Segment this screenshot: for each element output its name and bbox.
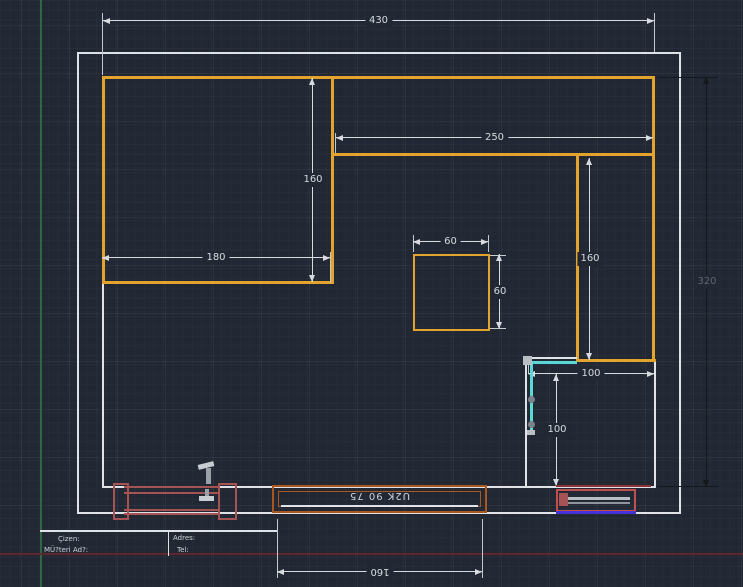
glass-panel-horizontal — [532, 361, 577, 364]
dim-text: 160 — [300, 173, 325, 187]
outer-wall-left[interactable] — [77, 52, 79, 514]
radiator-top-line — [556, 485, 651, 487]
door-hinge-icon — [523, 356, 532, 365]
radiator-gray-bar — [564, 502, 630, 504]
radiator-right-block[interactable] — [556, 485, 652, 514]
ext-line — [330, 252, 331, 283]
radiator-detail — [559, 493, 568, 506]
radiator-bar — [124, 486, 219, 488]
arrow-down-icon — [309, 275, 315, 282]
customer-label: MÜ?teri Ad?: — [44, 546, 88, 554]
arrow-left-icon — [413, 239, 420, 245]
window-label: U2K 90 75 — [274, 490, 485, 501]
arrow-left-icon — [277, 569, 284, 575]
door-frame-vertical — [525, 358, 527, 486]
axis-green-line — [40, 0, 42, 587]
arrow-right-icon — [647, 18, 654, 24]
arrow-right-icon — [646, 135, 653, 141]
radiator-gray-bar — [564, 497, 630, 500]
inner-wall-left-lower[interactable] — [102, 284, 104, 488]
dim-text: 60 — [440, 235, 461, 248]
valve-handle-icon — [199, 496, 214, 501]
radiator-bar — [124, 509, 219, 511]
door-knob-icon — [528, 421, 535, 428]
phone-label: Tel: — [177, 546, 189, 554]
ext-line — [482, 519, 483, 578]
radiator-end-cap — [218, 483, 237, 520]
dim-text: 160 — [577, 252, 602, 266]
door-frame-horizontal — [525, 357, 577, 359]
ext-line — [654, 13, 655, 52]
title-block-top-line — [40, 530, 277, 532]
dim-bottom-width[interactable]: 160 — [277, 565, 482, 579]
arrow-down-icon — [703, 480, 709, 487]
arrow-right-icon — [475, 569, 482, 575]
arrow-left-icon — [103, 18, 110, 24]
title-block: Çizen: MÜ?teri Ad?: Adres: Tel: — [40, 526, 280, 558]
orange-wall-rightroom-right[interactable] — [652, 76, 655, 362]
ext-line — [488, 235, 489, 252]
arrow-up-icon — [703, 77, 709, 84]
dim-text: 60 — [491, 285, 510, 299]
dim-text: 430 — [365, 14, 392, 27]
radiator-bar — [124, 513, 219, 515]
outer-wall-right[interactable] — [679, 52, 681, 514]
column-square[interactable] — [413, 254, 490, 331]
radiator-blue-line — [556, 511, 636, 514]
arrow-left-icon — [336, 135, 343, 141]
dim-left-room-width[interactable]: 180 — [102, 251, 330, 265]
orange-wall-leftroom-bottom[interactable] — [102, 281, 334, 284]
arrow-right-icon — [481, 239, 488, 245]
orange-wall-top[interactable] — [102, 76, 655, 79]
arrow-right-icon — [647, 371, 654, 377]
radiator-left-block[interactable] — [113, 460, 235, 518]
arrow-up-icon — [586, 158, 592, 165]
title-block-divider — [168, 530, 169, 556]
window-marks: - - - — [274, 502, 485, 510]
orange-wall-mid-horizontal[interactable] — [333, 153, 655, 156]
dim-mid-width[interactable]: 250 — [336, 131, 653, 145]
arrow-right-icon — [323, 255, 330, 261]
arrow-down-icon — [586, 353, 592, 360]
window-block[interactable]: U2K 90 75 - - - — [272, 485, 487, 513]
dim-text: 250 — [481, 131, 508, 144]
radiator-body — [556, 489, 636, 512]
dim-text: 180 — [202, 251, 229, 264]
dim-total-height[interactable]: 320 — [700, 77, 714, 487]
valve-stem — [206, 468, 211, 484]
orange-wall-leftroom-right[interactable] — [331, 76, 334, 283]
drawn-by-label: Çizen: — [58, 535, 80, 543]
dim-square-height[interactable]: 60 — [493, 254, 507, 329]
dim-total-width[interactable]: 430 — [103, 14, 654, 28]
dim-text: 160 — [366, 565, 393, 578]
arrow-up-icon — [496, 254, 502, 261]
arrow-down-icon — [496, 322, 502, 329]
door-end-cap — [527, 430, 535, 435]
inner-wall-right-lower[interactable] — [654, 361, 656, 487]
dim-text: 320 — [694, 275, 719, 289]
cad-canvas[interactable]: 430 250 160 180 60 60 160 — [0, 0, 743, 587]
arrow-up-icon — [309, 78, 315, 85]
glass-door-block[interactable] — [520, 353, 582, 488]
door-knob-icon — [528, 396, 535, 403]
arrow-left-icon — [102, 255, 109, 261]
dim-square-width[interactable]: 60 — [413, 235, 488, 249]
dim-right-room-height[interactable]: 160 — [583, 158, 597, 360]
address-label: Adres: — [173, 534, 195, 542]
outer-wall-top[interactable] — [77, 52, 681, 54]
